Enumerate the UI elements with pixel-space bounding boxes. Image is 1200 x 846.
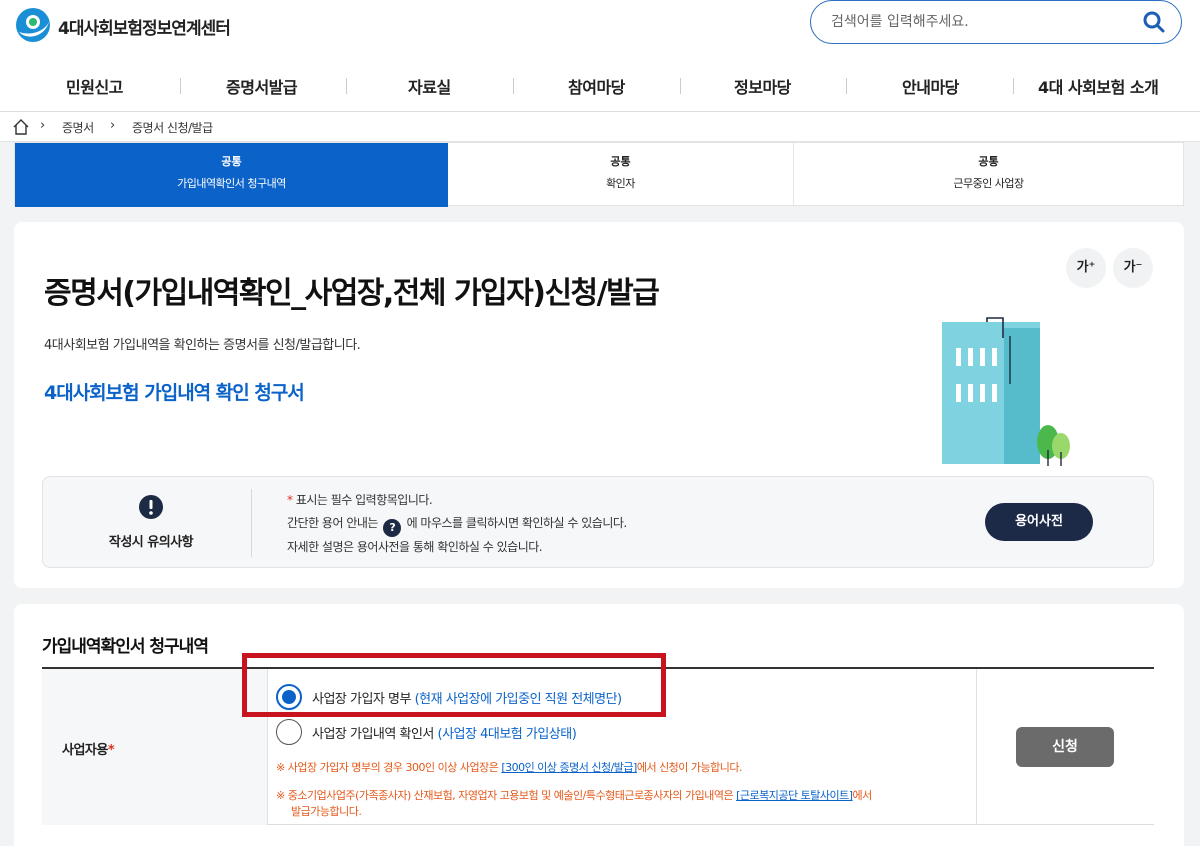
- option-description: (현재 사업장에 가입중인 직원 전체명단): [414, 692, 623, 707]
- nav-divider: [180, 78, 181, 94]
- nav-divider: [346, 78, 347, 94]
- tab-confirmer[interactable]: 공통 확인자: [448, 143, 793, 207]
- note-text: ※ 중소기업사업주(가족종사자) 산재보험, 자영업자 고용보험 및 예술인/특…: [276, 789, 737, 802]
- exclamation-icon: [139, 495, 163, 519]
- chevron-right-icon: ›: [40, 118, 46, 133]
- breadcrumb-item[interactable]: 증명서: [62, 119, 94, 136]
- intro-card: 가⁺ 가⁻ 증명서(가입내역확인_사업장,전체 가입자)신청/발급 4대사회보험…: [14, 222, 1184, 588]
- nav-item-about[interactable]: 4대 사회보험 소개: [1038, 74, 1159, 98]
- tab-category: 공통: [221, 155, 242, 168]
- page-description: 4대사회보험 가입내역을 확인하는 증명서를 신청/발급합니다.: [44, 338, 361, 353]
- tab-claim-history[interactable]: 공통 가입내역확인서 청구내역: [15, 143, 448, 207]
- field-label: 사업자용*: [62, 739, 115, 758]
- breadcrumb-item[interactable]: 증명서 신청/발급: [132, 119, 213, 136]
- table-header-cell: 사업자용*: [42, 669, 268, 825]
- radio-option-workplace-confirmation[interactable]: 사업장 가입내역 확인서 (사업장 4대보험 가입상태): [276, 719, 696, 745]
- radio-label: 사업장 가입자 명부 (현재 사업장에 가입중인 직원 전체명단): [312, 688, 622, 707]
- note-text: 에서 신청이 가능합니다.: [636, 761, 743, 774]
- glossary-button[interactable]: 용어사전: [985, 503, 1093, 541]
- nav-divider: [680, 78, 681, 94]
- search-icon[interactable]: [1141, 9, 1167, 35]
- link-300-certificate[interactable]: [300인 이상 증명서 신청/발급]: [501, 761, 637, 774]
- note-text: ※ 사업장 가입자 명부의 경우 300인 이상 사업장은: [276, 761, 502, 774]
- radio-label: 사업장 가입내역 확인서 (사업장 4대보험 가입상태): [312, 723, 577, 742]
- main-nav: 민원신고 증명서발급 자료실 참여마당 정보마당 안내마당 4대 사회보험 소개: [0, 58, 1200, 112]
- notice-line-dictionary: 자세한 설명은 용어사전을 통해 확인하실 수 있습니다.: [287, 540, 543, 554]
- option-description: (사업장 4대보험 가입상태): [437, 727, 577, 742]
- help-icon[interactable]: ?: [383, 519, 402, 537]
- page-title: 증명서(가입내역확인_사업장,전체 가입자)신청/발급: [44, 276, 660, 311]
- apply-button[interactable]: 신청: [1016, 727, 1114, 767]
- tab-workplace[interactable]: 공통 근무중인 사업장: [794, 143, 1183, 207]
- home-icon[interactable]: [12, 118, 30, 136]
- required-star: *: [107, 743, 115, 758]
- section-title: 가입내역확인서 청구내역: [42, 637, 209, 657]
- font-increase-button[interactable]: 가⁺: [1066, 248, 1106, 288]
- nav-item-info[interactable]: 정보마당: [734, 74, 791, 98]
- notice-text: 간단한 용어 안내는: [287, 516, 382, 530]
- notice-box: 작성시 유의사항 * 표시는 필수 입력항목입니다. 간단한 용어 안내는 ? …: [42, 476, 1154, 568]
- claim-table: 사업자용* 사업장 가입자 명부 (현재 사업장에 가입중인 직원 전체명단) …: [42, 669, 1154, 825]
- search-box: [810, 0, 1182, 44]
- tab-category: 공통: [610, 155, 631, 168]
- search-input[interactable]: [831, 11, 1131, 33]
- building-illustration-icon: [942, 317, 1070, 466]
- note-300-workers: ※ 사업장 가입자 명부의 경우 300인 이상 사업장은 [300인 이상 증…: [276, 759, 743, 775]
- nav-divider: [513, 78, 514, 94]
- nav-item-guide[interactable]: 안내마당: [902, 74, 959, 98]
- logo-text[interactable]: 4대사회보험정보연계센터: [58, 14, 231, 39]
- notice-text: 표시는 필수 입력항목입니다.: [292, 493, 433, 507]
- note-sme-owner-line2: 발급가능합니다.: [291, 805, 362, 818]
- table-divider: [976, 669, 977, 825]
- note-text: 에서: [852, 789, 873, 802]
- radio-button[interactable]: [276, 684, 302, 710]
- nav-item-certificate[interactable]: 증명서발급: [226, 74, 298, 98]
- claim-section: 가입내역확인서 청구내역 사업자용* 사업장 가입자 명부 (현재 사업장에 가…: [14, 604, 1184, 846]
- top-header: 4대사회보험정보연계센터: [0, 0, 1200, 58]
- notice-text: 에 마우스를 클릭하시면 확인하실 수 있습니다.: [403, 516, 628, 530]
- radio-option-member-list[interactable]: 사업장 가입자 명부 (현재 사업장에 가입중인 직원 전체명단): [276, 684, 696, 710]
- nav-item-complaint[interactable]: 민원신고: [66, 74, 123, 98]
- field-label-text: 사업자용: [62, 743, 108, 758]
- radio-button[interactable]: [276, 719, 302, 745]
- nav-divider: [1013, 78, 1014, 94]
- tab-label: 근무중인 사업장: [953, 177, 1024, 190]
- option-label: 사업장 가입내역 확인서: [312, 727, 434, 742]
- tab-bar: 공통 가입내역확인서 청구내역 공통 확인자 공통 근무중인 사업장: [14, 142, 1184, 207]
- tab-label: 가입내역확인서 청구내역: [177, 177, 286, 190]
- notice-line-required: * 표시는 필수 입력항목입니다.: [287, 491, 433, 508]
- chevron-right-icon: ›: [110, 118, 116, 133]
- font-decrease-button[interactable]: 가⁻: [1113, 248, 1153, 288]
- notice-label: 작성시 유의사항: [108, 535, 194, 550]
- option-label: 사업장 가입자 명부: [312, 692, 411, 707]
- page-subtitle: 4대사회보험 가입내역 확인 청구서: [44, 382, 305, 404]
- breadcrumb: › 증명서 › 증명서 신청/발급: [0, 112, 1200, 142]
- note-sme-owner: ※ 중소기업사업주(가족종사자) 산재보험, 자영업자 고용보험 및 예술인/특…: [276, 787, 872, 803]
- logo-icon[interactable]: [14, 6, 52, 44]
- nav-item-participation[interactable]: 참여마당: [568, 74, 625, 98]
- link-comwel-total-site[interactable]: [근로복지공단 토탈사이트]: [736, 789, 853, 802]
- tab-category: 공통: [978, 155, 999, 168]
- notice-line-glossary: 간단한 용어 안내는 ? 에 마우스를 클릭하시면 확인하실 수 있습니다.: [287, 514, 627, 537]
- tab-label: 확인자: [606, 177, 635, 190]
- notice-divider: [251, 489, 252, 557]
- nav-item-archive[interactable]: 자료실: [408, 74, 451, 98]
- nav-divider: [846, 78, 847, 94]
